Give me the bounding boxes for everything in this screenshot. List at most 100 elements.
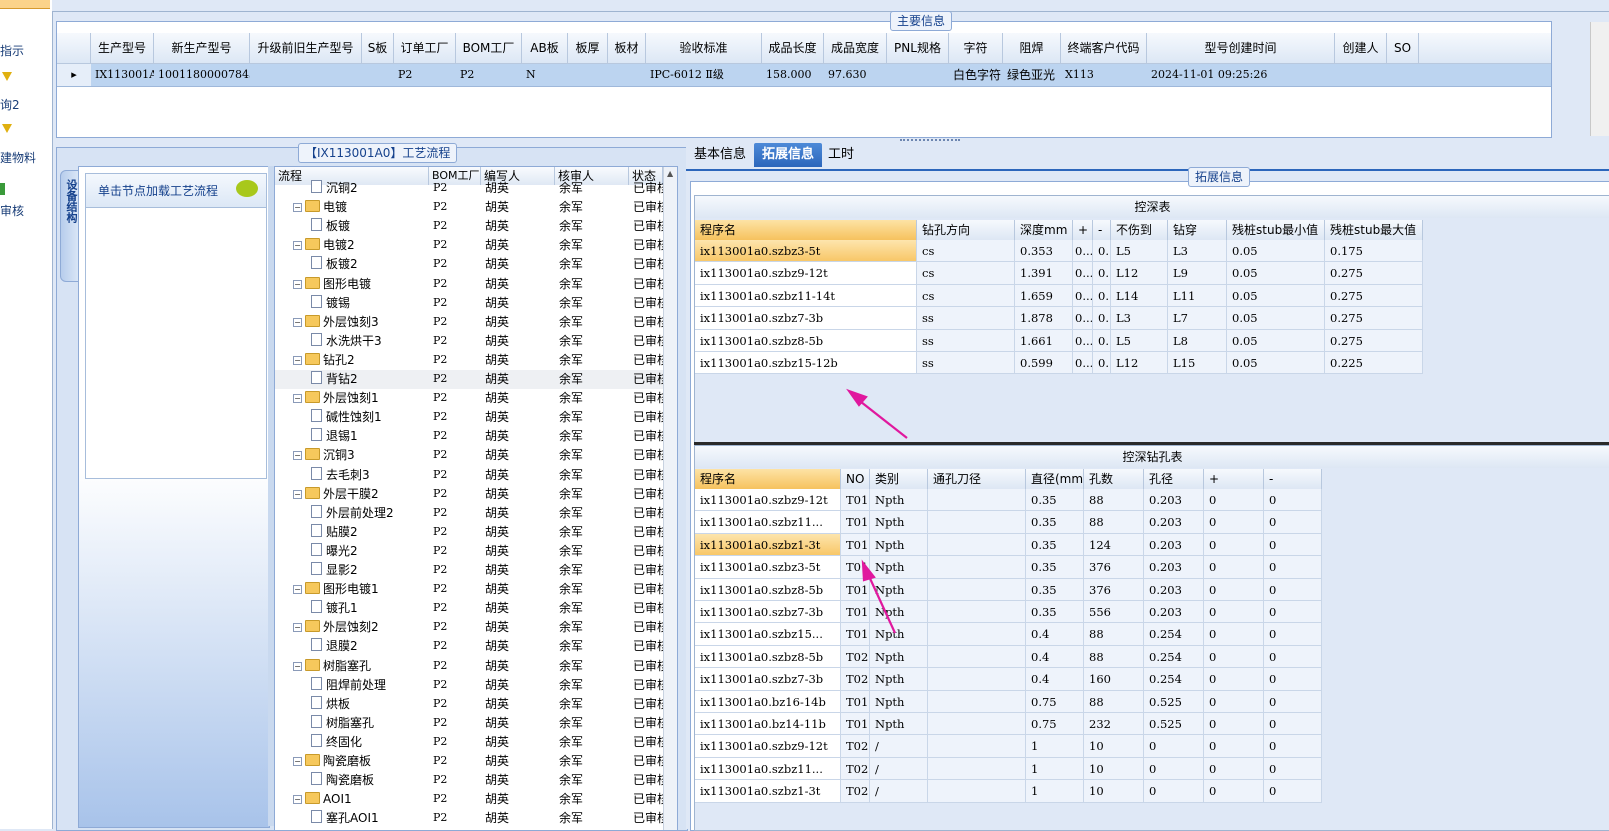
tree-node[interactable]: 背钻2 (311, 370, 429, 389)
nav-item-2[interactable]: 建物料 (0, 149, 52, 166)
col-header[interactable]: 生产型号 (91, 33, 154, 63)
col-header[interactable]: 终端客户代码 (1061, 33, 1147, 63)
col-header[interactable]: 订单工厂 (394, 33, 456, 63)
tree-node[interactable]: 烘板 (311, 695, 429, 714)
nav-item-0[interactable]: 指示 (0, 42, 52, 59)
tree-row[interactable]: − 图形电镀 P2 胡英 余军 已审核 (275, 275, 663, 294)
collapse-icon[interactable]: − (293, 279, 302, 289)
tree-row[interactable]: 板镀2 P2 胡英 余军 已审核 (275, 255, 663, 274)
tree-row[interactable]: 陶瓷磨板 P2 胡英 余军 已审核 (275, 771, 663, 790)
tree-row[interactable]: 退膜2 P2 胡英 余军 已审核 (275, 637, 663, 656)
table-row[interactable]: ix113001a0.szbz9-12t T02/1 10 0 0 0 (695, 735, 1322, 758)
col-header[interactable]: S板 (362, 33, 394, 63)
tree-node[interactable]: 树脂塞孔 (311, 714, 429, 733)
tree-node[interactable]: − 外层干膜2 (293, 485, 429, 504)
collapse-icon[interactable]: − (293, 585, 302, 595)
tree-node[interactable]: − 钻孔2 (293, 351, 429, 370)
col-header[interactable]: 钻孔方向 (917, 220, 1015, 240)
tree-row[interactable]: 烘板 P2 胡英 余军 已审核 (275, 695, 663, 714)
tree-row[interactable]: 阻焊前处理 P2 胡英 余军 已审核 (275, 676, 663, 695)
tree-node[interactable]: 显影2 (311, 561, 429, 580)
tree-row[interactable]: 水洗烘干3 P2 胡英 余军 已审核 (275, 332, 663, 351)
table-row[interactable]: ix113001a0.szbz11-14tcs1.6590...0...L14L… (695, 284, 1423, 308)
tree-node[interactable]: − 陶瓷磨板 (293, 752, 429, 771)
collapse-icon[interactable]: − (293, 355, 302, 365)
tree-node[interactable]: − 电镀2 (293, 236, 429, 255)
collapse-icon[interactable]: − (293, 203, 302, 213)
tree-row[interactable]: − 外层蚀刻1 P2 胡英 余军 已审核 (275, 389, 663, 408)
tree-row[interactable]: − 电镀 P2 胡英 余军 已审核 (275, 198, 663, 217)
collapse-icon[interactable]: − (293, 317, 302, 327)
tree-node[interactable]: − 图形电镀 (293, 275, 429, 294)
tree-row[interactable]: − 陶瓷磨板 P2 胡英 余军 已审核 (275, 752, 663, 771)
tree-node[interactable]: − 外层蚀刻3 (293, 313, 429, 332)
tree-node[interactable]: 塞孔AOI1 (311, 809, 429, 828)
col-header[interactable]: 板厚 (568, 33, 608, 63)
tree-node[interactable]: 外层前处理2 (311, 504, 429, 523)
side-tab-equipment[interactable]: 设备结构 (60, 170, 80, 282)
tree-node[interactable]: 退膜2 (311, 637, 429, 656)
col-header[interactable]: 验收标准 (646, 33, 762, 63)
collapse-icon[interactable]: − (293, 394, 302, 404)
table-row[interactable]: ix113001a0.szbz1-3t T02/1 10 0 0 0 (695, 780, 1322, 803)
col-header[interactable]: 不伤到 (1111, 220, 1168, 240)
tab-work-hours[interactable]: 工时 (820, 143, 862, 167)
col-header[interactable]: 深度mm (1015, 220, 1073, 240)
col-header[interactable]: 程序名 (695, 220, 917, 240)
tree-row[interactable]: 碱性蚀刻1 P2 胡英 余军 已审核 (275, 408, 663, 427)
col-header[interactable]: 成品宽度 (824, 33, 887, 63)
tree-row[interactable]: 外层前处理2 P2 胡英 余军 已审核 (275, 504, 663, 523)
tree-node[interactable]: 去毛刺3 (311, 466, 429, 485)
scroll-up-arrow-icon[interactable]: ▲ (667, 169, 673, 178)
tree-row[interactable]: − AOI1 P2 胡英 余军 已审核 (275, 790, 663, 809)
col-header[interactable]: 新生产型号 (154, 33, 250, 63)
col-header[interactable]: 直径(mm) (1026, 469, 1084, 489)
tree-node[interactable]: 镀孔1 (311, 599, 429, 618)
col-header[interactable]: 成品长度 (762, 33, 824, 63)
col-header[interactable]: + (1073, 220, 1093, 240)
col-header[interactable]: 字符 (949, 33, 1003, 63)
collapse-icon[interactable]: − (293, 757, 302, 766)
col-header[interactable]: 通孔刀径 (928, 469, 1026, 489)
tree-row[interactable]: 镀孔1 P2 胡英 余军 已审核 (275, 599, 663, 618)
col-header[interactable]: 程序名 (695, 469, 841, 489)
tree-node[interactable]: − 电镀 (293, 198, 429, 217)
col-header[interactable]: SO (1387, 33, 1419, 63)
tree-scrollbar[interactable]: ▲ (663, 167, 677, 830)
col-header[interactable]: BOM工厂 (456, 33, 522, 63)
col-header[interactable]: 孔径 (1144, 469, 1204, 489)
tab-extended-info[interactable]: 拓展信息 (754, 143, 823, 167)
tree-node[interactable]: 板镀 (311, 217, 429, 236)
table-row[interactable]: ix113001a0.szbz1-3t T01 Npth 0.35 124 0.203 0 0 (695, 533, 1322, 557)
tree-node[interactable]: − 外层蚀刻1 (293, 389, 429, 408)
tree-node[interactable]: − 外层蚀刻2 (293, 618, 429, 637)
tree-row[interactable]: 去毛刺3 P2 胡英 余军 已审核 (275, 466, 663, 485)
tree-row[interactable]: − 图形电镀1 P2 胡英 余军 已审核 (275, 580, 663, 599)
table-row[interactable]: ix113001a0.szbz9-12tcs1.3910...0...L12L9… (695, 262, 1423, 285)
col-header[interactable]: 残桩stub最小值 (1227, 220, 1325, 240)
tree-row[interactable]: 镀锡 P2 胡英 余军 已审核 (275, 294, 663, 313)
tree-node[interactable]: 板镀2 (311, 255, 429, 274)
table-row[interactable]: ix113001a0.szbz3-5tcs0.3530...0...L5L30.… (695, 240, 1423, 263)
tree-node[interactable]: 终固化 (311, 733, 429, 752)
tree-row[interactable]: 贴膜2 P2 胡英 余军 已审核 (275, 523, 663, 542)
tree-row[interactable]: − 外层蚀刻2 P2 胡英 余军 已审核 (275, 618, 663, 637)
tree-node[interactable]: 贴膜2 (311, 523, 429, 542)
collapse-icon[interactable]: − (293, 623, 302, 633)
tree-row[interactable]: − 树脂塞孔 P2 胡英 余军 已审核 (275, 657, 663, 676)
tree-row[interactable]: − 电镀2 P2 胡英 余军 已审核 (275, 236, 663, 255)
tree-row[interactable]: 板镀 P2 胡英 余军 已审核 (275, 217, 663, 236)
col-header[interactable]: 钻穿 (1168, 220, 1227, 240)
col-header[interactable]: 创建人 (1335, 33, 1387, 63)
tab-basic-info[interactable]: 基本信息 (686, 143, 754, 167)
tree-row[interactable]: 树脂塞孔 P2 胡英 余军 已审核 (275, 714, 663, 733)
nav-selected-item[interactable] (0, 0, 50, 9)
col-header[interactable]: + (1204, 469, 1264, 489)
main-grid-row-selected[interactable]: ▸ IX113001A0 10011800007843 P2 P2 N IPC-… (57, 64, 1551, 87)
col-header[interactable]: AB板 (522, 33, 568, 63)
main-grid-scrollbar[interactable] (1590, 22, 1609, 136)
tree-node[interactable]: 陶瓷磨板 (311, 771, 429, 790)
table-row[interactable]: ix113001a0.szbz8-5b T02 Npth 0.4 88 0.254 0 0 (695, 645, 1322, 669)
tree-node[interactable]: − AOI1 (293, 790, 429, 809)
table-row[interactable]: ix113001a0.szbz11... T01 Npth 0.35 88 0.203 0 0 (695, 511, 1322, 534)
